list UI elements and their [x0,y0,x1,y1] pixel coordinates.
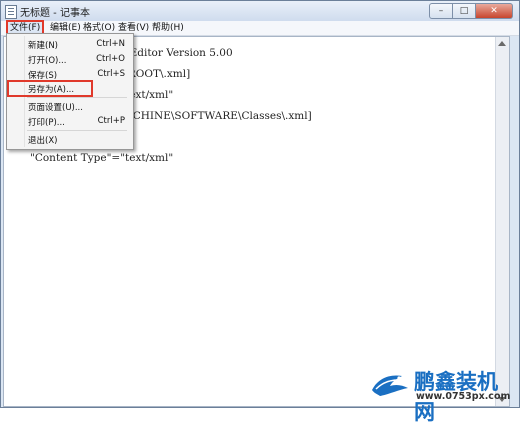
scroll-up-arrow-icon[interactable] [498,41,506,46]
notepad-icon [5,5,17,19]
menu-item-print-shortcut: Ctrl+P [97,116,125,126]
maximize-button[interactable]: □ [453,3,476,19]
menu-item-new-shortcut: Ctrl+N [96,39,125,49]
menu-item-page-setup-label: 页面设置(U)... [28,103,83,113]
menu-item-exit[interactable]: 退出(X) [7,131,133,147]
window-controls: – □ ✕ [429,3,513,19]
watermark-url: www.0753px.com [416,391,511,402]
menu-item-print-label: 打印(P)... [28,118,65,128]
vertical-scrollbar[interactable] [495,37,509,406]
dragon-logo-icon [372,375,408,396]
minimize-button[interactable]: – [429,3,453,19]
close-button[interactable]: ✕ [476,3,513,19]
menu-item-exit-label: 退出(X) [28,136,58,146]
title-bar[interactable]: 无标题 - 记事本 – □ ✕ [1,1,519,21]
menu-item-open-shortcut: Ctrl+O [96,54,125,64]
menu-item-open-label: 打开(O)... [28,56,67,66]
menu-item-save-as-label: 另存为(A)... [28,85,75,95]
menu-item-save-shortcut: Ctrl+S [97,69,125,79]
menu-item-print[interactable]: 打印(P)... Ctrl+P [7,113,133,129]
menu-item-page-setup[interactable]: 页面设置(U)... [7,98,133,114]
menu-item-open[interactable]: 打开(O)... Ctrl+O [7,51,133,67]
menu-item-new[interactable]: 新建(N) Ctrl+N [7,36,133,52]
menu-help[interactable]: 帮助(H) [150,22,186,34]
menu-item-new-label: 新建(N) [28,41,58,51]
file-menu-dropdown: 新建(N) Ctrl+N 打开(O)... Ctrl+O 保存(S) Ctrl+… [6,33,134,150]
menu-item-save-as[interactable]: 另存为(A)... [7,80,93,97]
site-watermark: 鹏鑫装机网 www.0753px.com [368,364,518,424]
window-title: 无标题 - 记事本 [20,8,90,19]
